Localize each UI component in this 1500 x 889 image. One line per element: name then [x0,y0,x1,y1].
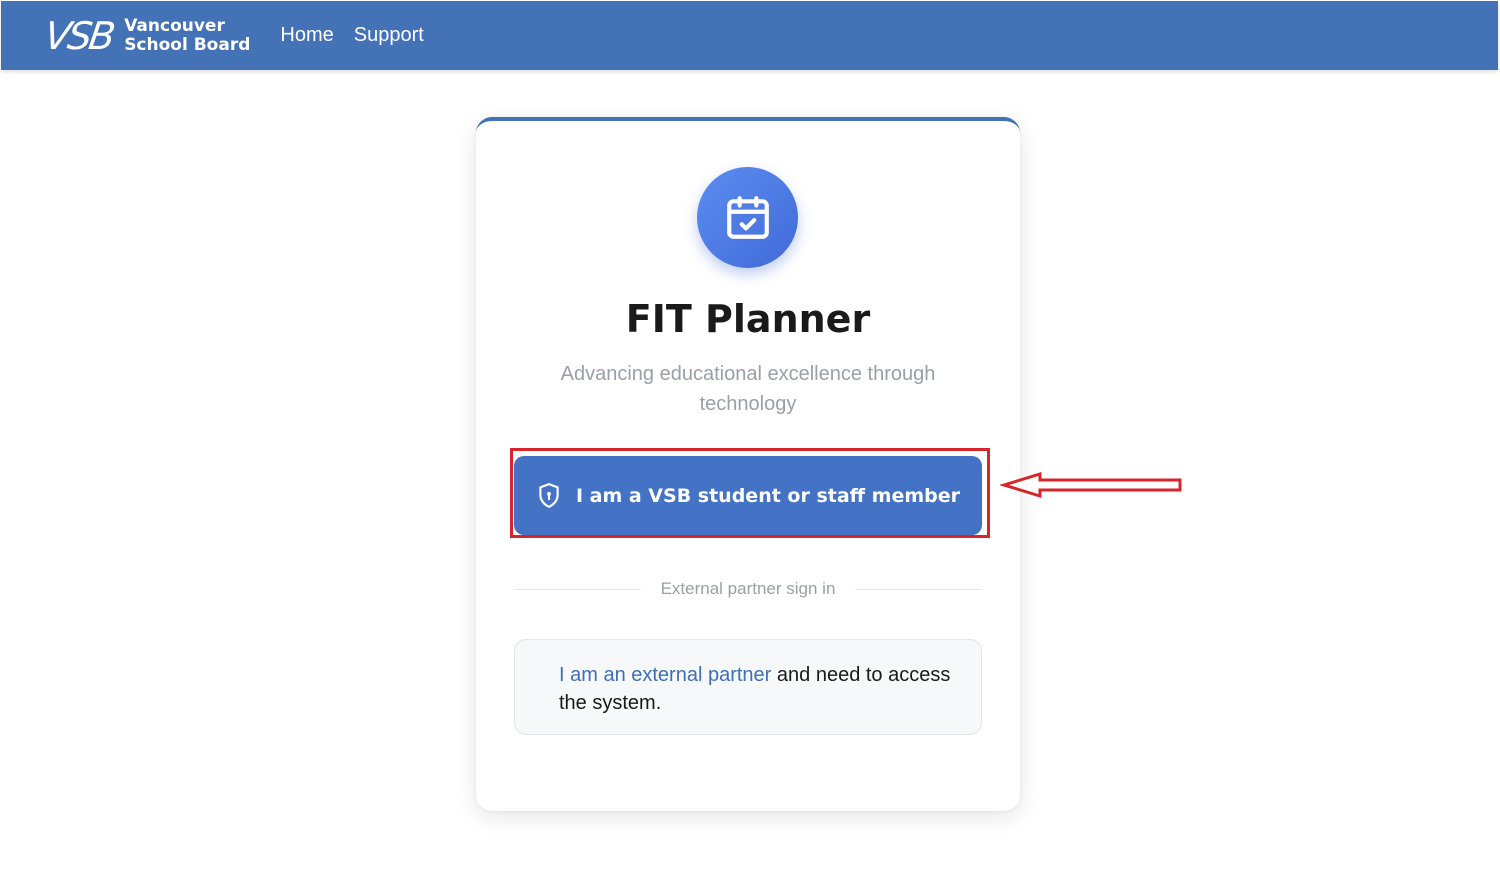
external-signin-divider: External partner sign in [514,578,983,600]
logo-line-1: Vancouver [124,15,225,36]
top-navbar: VSB Vancouver School Board Home Support [1,1,1498,70]
logo-text: Vancouver School Board [124,15,251,55]
app-icon-circle [697,167,798,268]
vsb-logo[interactable]: VSB Vancouver School Board [41,13,251,58]
logo-mark: VSB [41,13,116,58]
nav-support-link[interactable]: Support [354,24,424,47]
page-title: FIT Planner [625,297,871,341]
divider-label: External partner sign in [660,579,836,598]
external-partner-link[interactable]: I am an external partner [559,664,771,686]
calendar-check-icon [726,195,769,239]
divider-line-left [514,588,641,590]
annotation-highlight-box [510,448,990,538]
logo-line-2: School Board [124,34,251,55]
nav-home-link[interactable]: Home [280,24,333,47]
external-partner-box: I am an external partner and need to acc… [514,639,982,735]
page-subtitle: Advancing educational excellence through… [560,363,936,415]
divider-line-right [855,588,983,590]
annotation-arrow-icon [1000,471,1182,499]
